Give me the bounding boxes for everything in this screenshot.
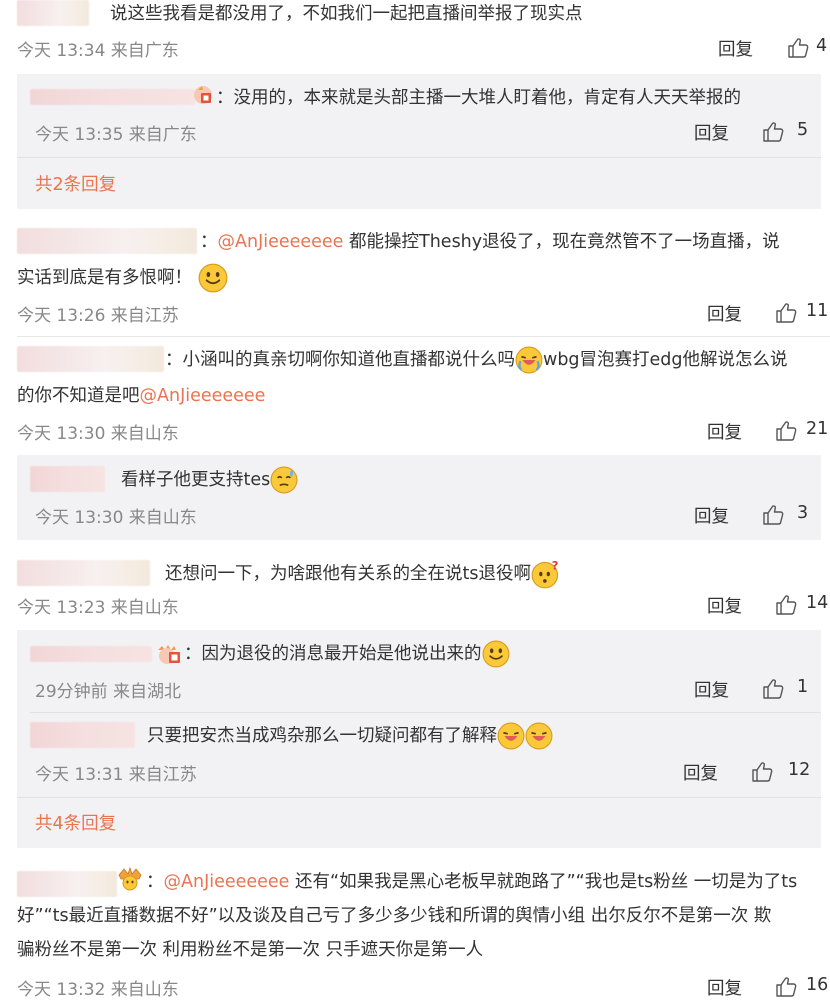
sweat-emoji xyxy=(270,466,298,494)
like-icon[interactable] xyxy=(787,37,809,59)
svg-text:?: ? xyxy=(552,559,559,572)
comment-text: 还想问一下，为啥跟他有关系的全在说ts退役啊 ? xyxy=(165,556,561,592)
reply-button[interactable]: 回复 xyxy=(718,36,753,61)
smile-emoji xyxy=(481,640,510,668)
comment-meta: 今天 13:23 来自山东 xyxy=(17,598,179,618)
like-count: 1 xyxy=(797,677,809,697)
question-emoji: ? xyxy=(531,559,559,589)
like-icon[interactable] xyxy=(762,678,784,700)
divider xyxy=(30,712,821,713)
comment-text-line2: 的你不知道是吧@AnJieeeeeee xyxy=(17,378,265,414)
mention-link[interactable]: @AnJieeeeeee xyxy=(218,232,344,252)
like-count: 5 xyxy=(797,120,809,140)
reply-meta: 今天 13:35 来自广东 xyxy=(35,125,197,145)
like-count: 4 xyxy=(816,36,828,56)
fan-badge-icon xyxy=(194,86,212,104)
reply-button[interactable]: 回复 xyxy=(707,419,742,444)
reply-button[interactable]: 回复 xyxy=(694,503,729,528)
like-icon[interactable] xyxy=(762,504,784,526)
crying-hug-emoji xyxy=(525,722,553,750)
comment-text: ：@AnJieeeeeee 还有“如果我是黑心老板早就跑路了”“我也是ts粉丝 … xyxy=(146,864,797,900)
reply-button[interactable]: 回复 xyxy=(694,677,729,702)
separator: ： xyxy=(200,232,218,252)
like-icon[interactable] xyxy=(751,761,773,783)
comment-text-line3: 骗粉丝不是第一次 利用粉丝不是第一次 只手遮天你是第一人 xyxy=(17,940,484,960)
reply-button[interactable]: 回复 xyxy=(707,301,742,326)
mention-link[interactable]: @AnJieeeeeee xyxy=(140,386,266,406)
reply-text: ：因为退役的消息最开始是他说出来的 xyxy=(184,636,510,672)
reply-text: 只要把安杰当成鸡杂那么一切疑问都有了解释 xyxy=(147,718,553,754)
fan-badge-icon xyxy=(158,645,180,664)
like-count: 16 xyxy=(806,975,829,995)
comment-meta: 今天 13:30 来自山东 xyxy=(17,424,179,444)
reply-meta: 29分钟前 来自湖北 xyxy=(35,682,182,702)
comment-text: ：小涵叫的真亲切啊你知道他直播都说什么吗 wbg冒泡赛打edg他解说怎么说 xyxy=(165,342,788,378)
comment-text-line1: 都能操控Theshy退役了，现在竟然管不了一场直播，说 xyxy=(343,232,780,252)
crown-badge-icon xyxy=(118,866,142,891)
comment-meta: 今天 13:32 来自山东 xyxy=(17,980,179,1000)
username-blurred[interactable] xyxy=(17,346,164,372)
username-blurred[interactable] xyxy=(17,0,89,26)
comment-text-fragment: 实话到底是有多恨啊！ xyxy=(17,268,192,288)
separator: ： xyxy=(146,872,164,892)
divider xyxy=(17,157,821,158)
smile-emoji xyxy=(197,263,228,293)
like-count: 14 xyxy=(806,593,829,613)
reply-meta: 今天 13:31 来自江苏 xyxy=(35,765,197,785)
username-blurred[interactable] xyxy=(17,228,197,254)
reply-text-fragment: ：因为退役的消息最开始是他说出来的 xyxy=(184,644,482,664)
like-icon[interactable] xyxy=(775,594,797,616)
comment-text-line2: 实话到底是有多恨啊！ xyxy=(17,260,228,296)
comment-text-line2: 好”“ts最近直播数据不好”以及谈及自己亏了多少多少钱和所谓的舆情小组 出尔反尔… xyxy=(17,906,772,926)
divider xyxy=(17,797,821,798)
expand-replies-link[interactable]: 共2条回复 xyxy=(35,171,116,196)
username-blurred[interactable] xyxy=(30,466,105,492)
like-icon[interactable] xyxy=(775,976,797,998)
comment-text-fragment: 还想问一下，为啥跟他有关系的全在说ts退役啊 xyxy=(165,564,531,584)
crying-hug-emoji xyxy=(497,722,525,750)
comment-text: ：@AnJieeeeeee 都能操控Theshy退役了，现在竟然管不了一场直播，… xyxy=(200,224,780,260)
comment-text-fragment: wbg冒泡赛打edg他解说怎么说 xyxy=(543,350,788,370)
reply-button[interactable]: 回复 xyxy=(707,975,742,1000)
reply-button[interactable]: 回复 xyxy=(683,760,718,785)
comment-meta: 今天 13:34 来自广东 xyxy=(17,41,179,61)
mention-link[interactable]: @AnJieeeeeee xyxy=(164,872,290,892)
reply-meta: 今天 13:30 来自山东 xyxy=(35,508,197,528)
comment-text-fragment: ：小涵叫的真亲切啊你知道他直播都说什么吗 xyxy=(165,350,515,370)
like-count: 12 xyxy=(788,760,811,780)
username-blurred[interactable] xyxy=(17,560,150,586)
reply-text-fragment: 只要把安杰当成鸡杂那么一切疑问都有了解释 xyxy=(147,726,497,746)
like-count: 11 xyxy=(806,301,829,321)
like-count: 3 xyxy=(797,503,809,523)
crying-hug-emoji xyxy=(515,346,543,374)
like-count: 21 xyxy=(806,419,829,439)
comment-text-fragment: 的你不知道是吧 xyxy=(17,386,140,406)
like-icon[interactable] xyxy=(775,302,797,324)
reply-text: 看样子他更支持tes xyxy=(121,462,298,498)
username-blurred[interactable] xyxy=(30,646,152,662)
reply-text: ：没用的，本来就是头部主播一大堆人盯着他，肯定有人天天举报的 xyxy=(216,88,741,108)
reply-text-fragment: 看样子他更支持tes xyxy=(121,470,271,490)
divider xyxy=(17,336,830,337)
comment-text: 说这些我看是都没用了，不如我们一起把直播间举报了现实点 xyxy=(110,4,583,24)
like-icon[interactable] xyxy=(775,420,797,442)
like-icon[interactable] xyxy=(762,121,784,143)
reply-button[interactable]: 回复 xyxy=(694,120,729,145)
username-blurred[interactable] xyxy=(30,89,195,105)
reply-button[interactable]: 回复 xyxy=(707,593,742,618)
comment-text-line1: 还有“如果我是黑心老板早就跑路了”“我也是ts粉丝 一切是为了ts xyxy=(289,872,798,892)
expand-replies-link[interactable]: 共4条回复 xyxy=(35,810,116,835)
comment-meta: 今天 13:26 来自江苏 xyxy=(17,306,179,326)
username-blurred[interactable] xyxy=(30,722,135,748)
username-blurred[interactable] xyxy=(17,871,117,897)
